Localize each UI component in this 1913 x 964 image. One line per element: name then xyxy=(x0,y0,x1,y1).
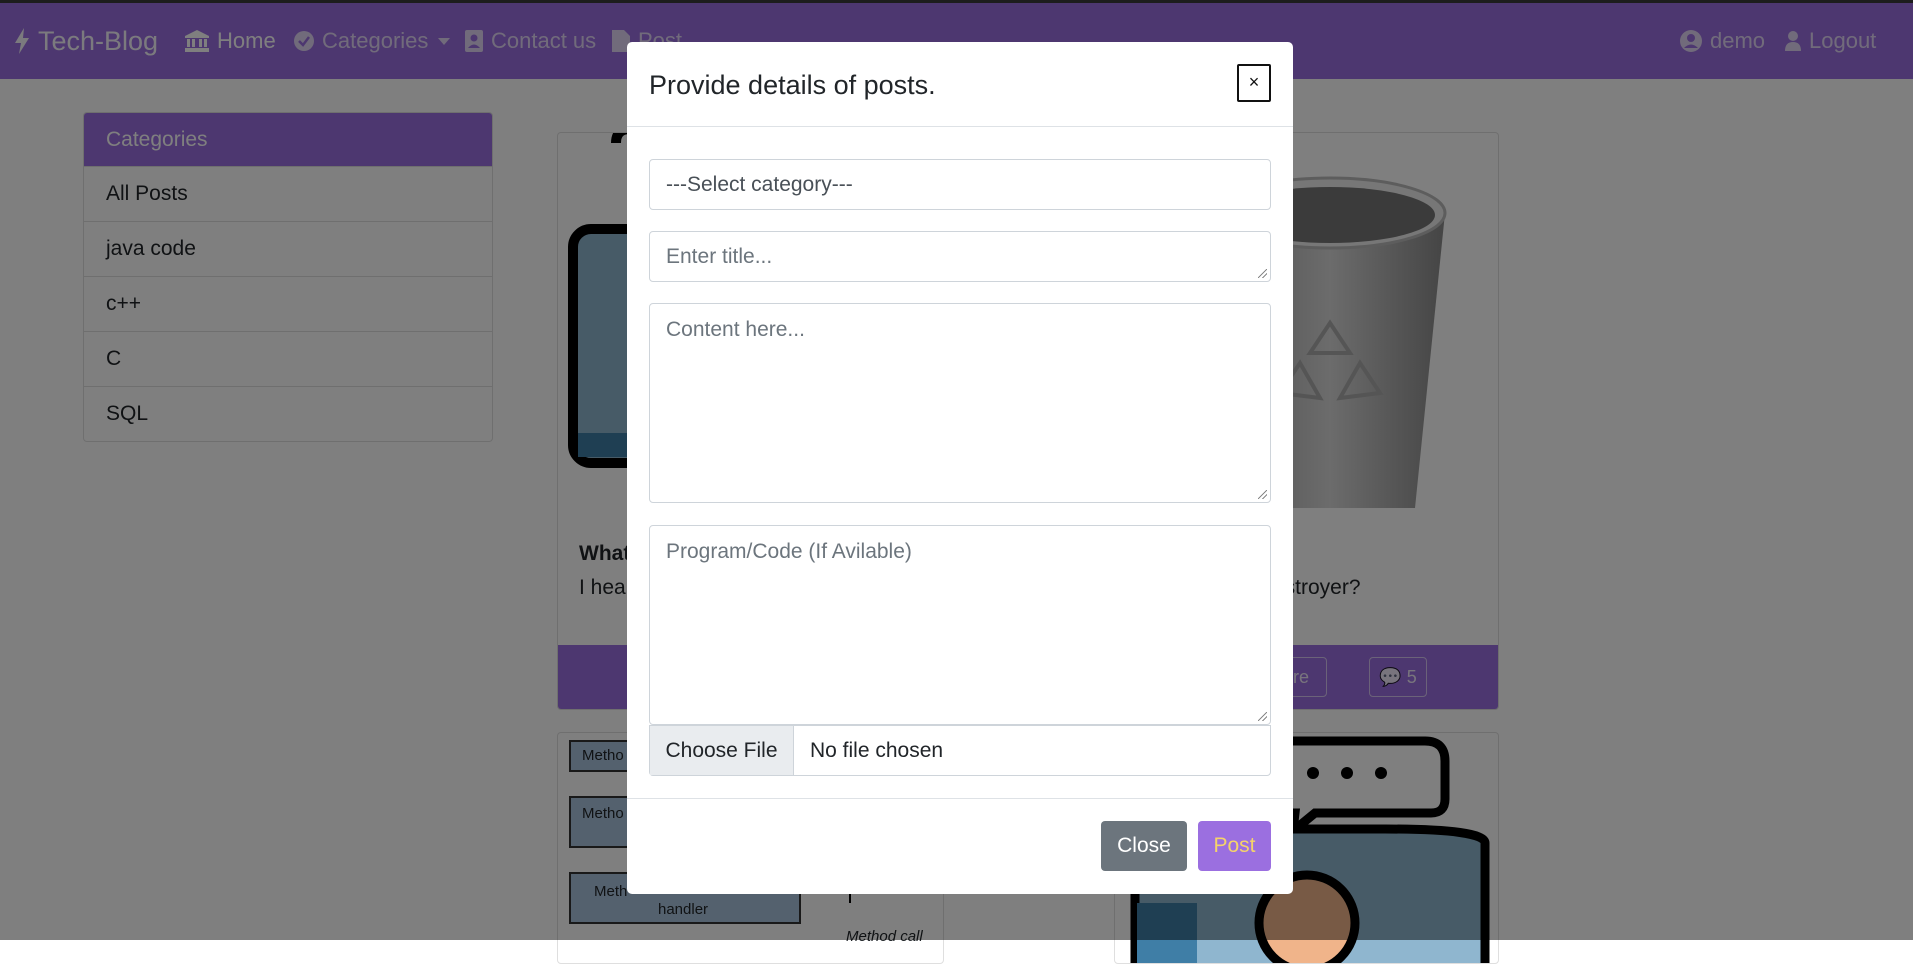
resize-grip-icon[interactable] xyxy=(1258,269,1267,278)
category-select[interactable]: ---Select category--- xyxy=(649,159,1271,210)
close-button[interactable]: Close xyxy=(1101,821,1187,871)
resize-grip-icon[interactable] xyxy=(1258,490,1267,499)
modal-header: Provide details of posts. × xyxy=(627,42,1293,127)
code-placeholder: Program/Code (If Avilable) xyxy=(666,540,912,563)
code-textarea[interactable]: Program/Code (If Avilable) xyxy=(649,525,1271,725)
title-placeholder: Enter title... xyxy=(666,245,773,268)
modal-footer: Close Post xyxy=(627,798,1293,895)
choose-file-button[interactable]: Choose File xyxy=(650,726,794,775)
content-textarea[interactable]: Content here... xyxy=(649,303,1271,503)
content-placeholder: Content here... xyxy=(666,318,805,341)
file-input[interactable]: Choose File No file chosen xyxy=(649,725,1271,776)
modal-title: Provide details of posts. xyxy=(649,70,936,100)
close-icon[interactable]: × xyxy=(1237,64,1271,102)
title-input[interactable]: Enter title... xyxy=(649,231,1271,282)
resize-grip-icon[interactable] xyxy=(1258,712,1267,721)
add-post-modal: Provide details of posts. × ---Select ca… xyxy=(627,42,1293,894)
file-name-label: No file chosen xyxy=(810,738,944,762)
post-button[interactable]: Post xyxy=(1198,821,1271,871)
